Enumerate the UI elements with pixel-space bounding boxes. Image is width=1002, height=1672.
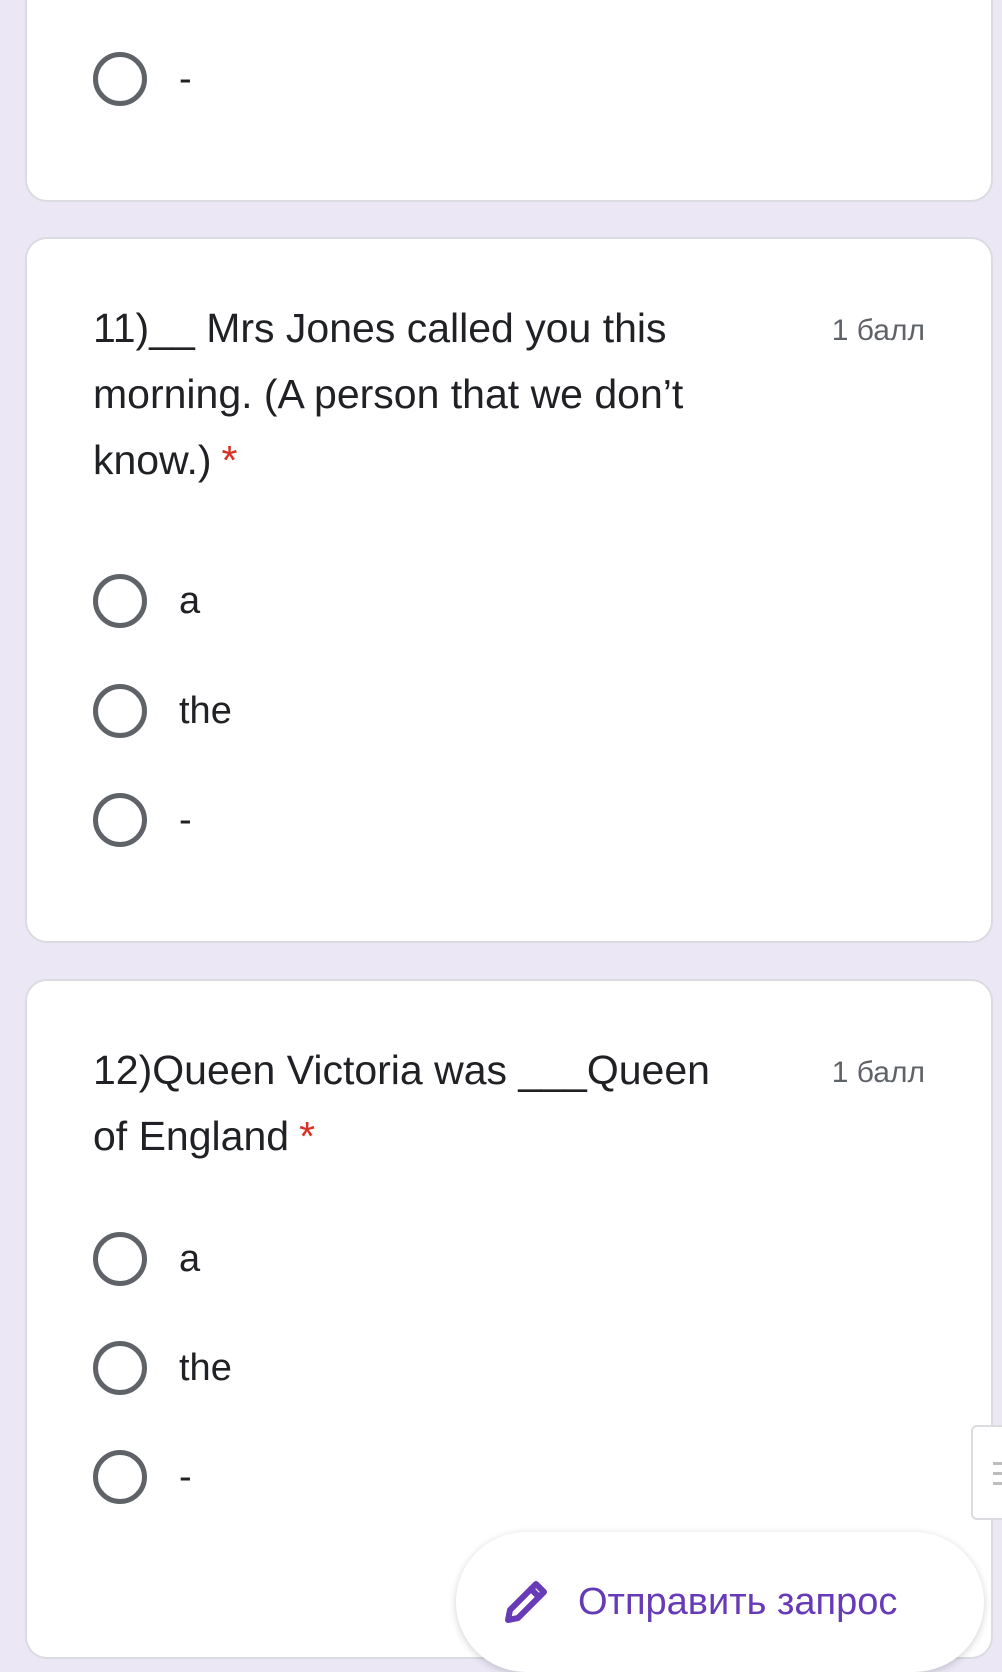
- radio-option[interactable]: the: [93, 681, 232, 741]
- option-label: -: [179, 1455, 192, 1498]
- question-title: 12)Queen Victoria was ___Queen of Englan…: [93, 1037, 743, 1169]
- pencil-icon: [505, 1581, 547, 1623]
- radio-button[interactable]: [93, 1450, 147, 1504]
- question-card-previous: -: [25, 0, 993, 202]
- radio-option[interactable]: a: [93, 571, 200, 631]
- submit-request-label: Отправить запрос: [578, 1581, 898, 1623]
- radio-option[interactable]: a: [93, 1229, 200, 1289]
- option-label: the: [179, 1346, 232, 1389]
- option-label: -: [179, 798, 192, 841]
- option-label: -: [179, 57, 192, 100]
- radio-button[interactable]: [93, 793, 147, 847]
- required-asterisk: *: [299, 1113, 316, 1159]
- required-asterisk: *: [221, 437, 238, 483]
- points-label: 1 балл: [831, 1056, 925, 1089]
- question-text: 12)Queen Victoria was ___Queen of Englan…: [93, 1047, 710, 1159]
- radio-option[interactable]: the: [93, 1338, 232, 1398]
- radio-button[interactable]: [93, 574, 147, 628]
- radio-button[interactable]: [93, 684, 147, 738]
- option-label: the: [179, 689, 232, 732]
- option-label: a: [179, 1237, 201, 1280]
- question-text: 11)__ Mrs Jones called you this morning.…: [93, 305, 684, 483]
- option-label: a: [179, 579, 201, 622]
- radio-option[interactable]: -: [93, 790, 192, 850]
- radio-button[interactable]: [93, 1341, 147, 1395]
- radio-button[interactable]: [93, 1232, 147, 1286]
- side-tab[interactable]: [971, 1425, 1002, 1520]
- radio-option[interactable]: -: [93, 49, 192, 109]
- question-title: 11)__ Mrs Jones called you this morning.…: [93, 295, 743, 493]
- radio-option[interactable]: -: [93, 1447, 192, 1507]
- question-card-11: 11)__ Mrs Jones called you this morning.…: [25, 237, 993, 943]
- points-label: 1 балл: [831, 314, 925, 347]
- menu-lines-icon: [993, 1462, 1002, 1492]
- submit-request-button[interactable]: Отправить запрос: [456, 1532, 984, 1672]
- radio-button[interactable]: [93, 52, 147, 106]
